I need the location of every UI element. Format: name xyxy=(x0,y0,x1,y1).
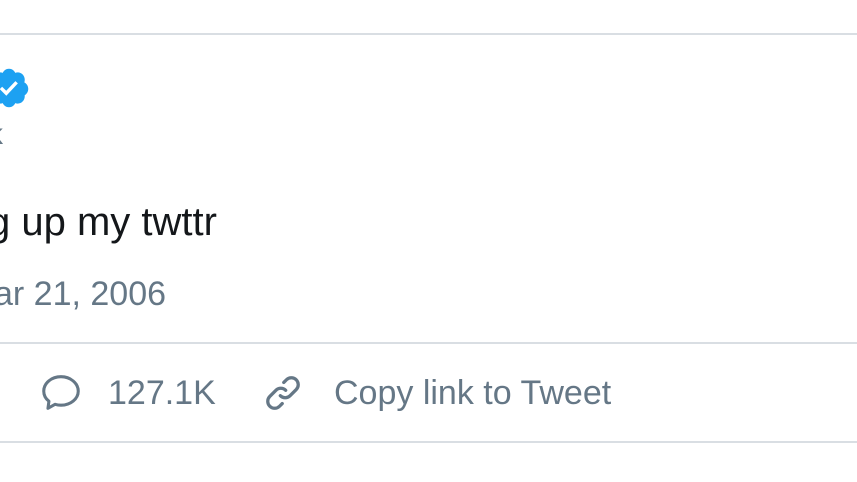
verified-badge-icon xyxy=(0,68,29,108)
tweet-timestamp[interactable]: ar 21, 2006 xyxy=(0,275,166,313)
speech-bubble-icon xyxy=(42,375,80,410)
link-icon xyxy=(266,376,300,410)
reply-count: 127.1K xyxy=(108,373,216,412)
copy-link-button[interactable]: Copy link to Tweet xyxy=(260,344,611,442)
tweet-actions-bar: 127.1K Copy link to Tweet xyxy=(0,344,857,442)
user-handle[interactable]: k xyxy=(0,120,3,150)
tweet-text: g up my twttr xyxy=(0,200,217,244)
tweet-screenshot: k g up my twttr ar 21, 2006 127.1K Copy … xyxy=(0,0,857,482)
reply-button[interactable]: 127.1K xyxy=(38,344,216,442)
copy-link-label: Copy link to Tweet xyxy=(334,373,612,412)
